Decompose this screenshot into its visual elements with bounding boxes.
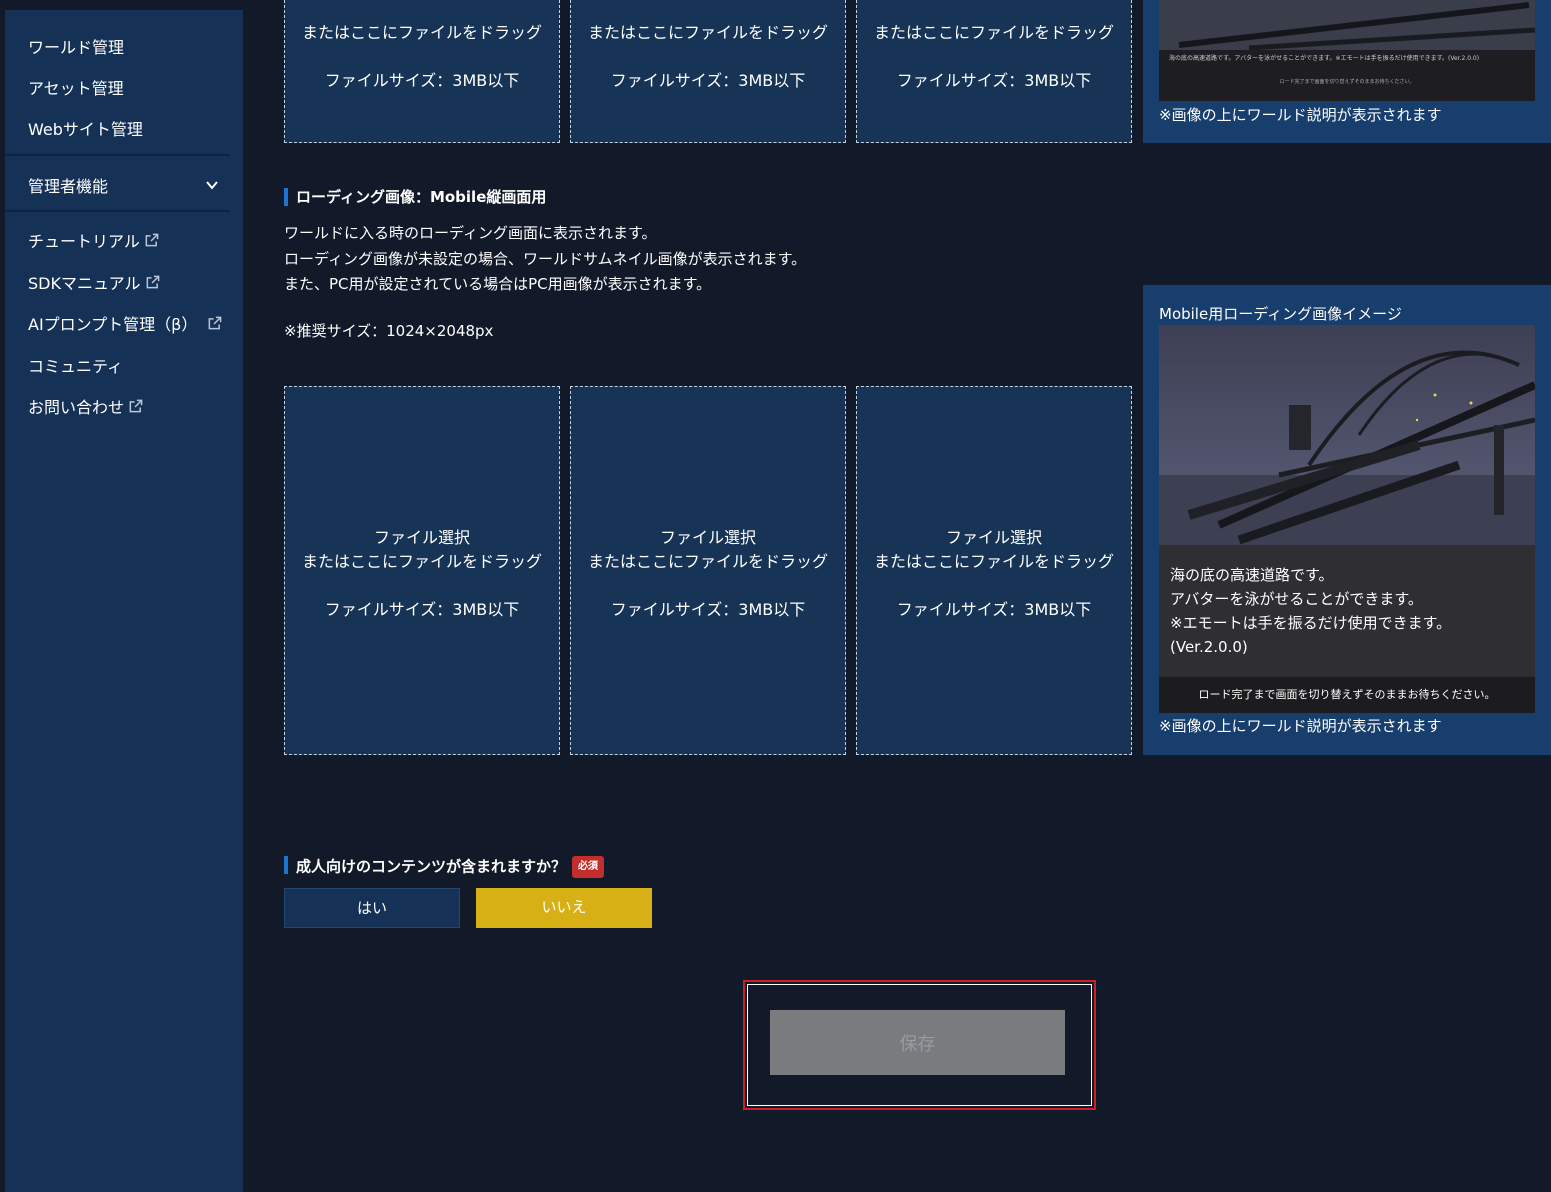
mobile-preview-title: Mobile用ローディング画像イメージ (1159, 305, 1402, 323)
sidebar-item-community[interactable]: コミュニティ (28, 353, 123, 377)
sidebar-item-label: SDKマニュアル (28, 274, 141, 293)
upload-size-text: ファイルサイズ：3MB以下 (896, 600, 1092, 619)
upload-size-text: ファイルサイズ：3MB以下 (610, 71, 806, 90)
sidebar-item-website-management[interactable]: Webサイト管理 (28, 116, 143, 140)
sidebar-item-label: Webサイト管理 (28, 120, 143, 139)
sidebar-item-ai-prompt[interactable]: AIプロンプト管理（β） (28, 311, 222, 335)
upload-drag-text: またはここにファイルをドラッグ (873, 23, 1114, 42)
upload-dropzone-mobile-3[interactable]: ファイル選択 またはここにファイルをドラッグ ファイルサイズ：3MB以下 (856, 386, 1132, 755)
preview-description-line: ※エモートは手を振るだけ使用できます。 (1170, 614, 1452, 632)
sidebar-item-label: コミュニティ (28, 357, 124, 376)
sidebar-item-asset-management[interactable]: アセット管理 (28, 75, 124, 99)
upload-size-text: ファイルサイズ：3MB以下 (324, 600, 520, 619)
upload-dropzone[interactable]: またはここにファイルをドラッグ ファイルサイズ：3MB以下 (856, 0, 1132, 143)
preview-tiny-footer: ロード完了まで画面を切り替えずそのままお待ちください。 (1279, 79, 1415, 85)
section-description: また、PC用が設定されている場合はPC用画像が表示されます。 (284, 275, 712, 293)
upload-drag-text: またはここにファイルをドラッグ (301, 23, 542, 42)
upload-select-text: ファイル選択 (659, 528, 756, 547)
upload-dropzone[interactable]: またはここにファイルをドラッグ ファイルサイズ：3MB以下 (284, 0, 560, 143)
pc-preview-panel: 海の底の高速道路です。アバターを泳がせることができます。※エモートは手を振るだけ… (1143, 0, 1551, 143)
sidebar-item-label: ワールド管理 (28, 38, 125, 57)
sidebar-item-sdk-manual[interactable]: SDKマニュアル (28, 270, 160, 294)
preview-description-line: (Ver.2.0.0) (1170, 638, 1248, 656)
adult-no-button[interactable]: いいえ (476, 888, 652, 928)
preview-description-line: アバターを泳がせることができます。 (1170, 590, 1423, 608)
external-link-icon (209, 316, 222, 329)
adult-yes-button[interactable]: はい (284, 888, 460, 928)
preview-note: ※画像の上にワールド説明が表示されます (1159, 106, 1442, 124)
preview-footer: ロード完了まで画面を切り替えずそのままお待ちください。 (1159, 677, 1535, 713)
upload-dropzone-mobile-2[interactable]: ファイル選択 またはここにファイルをドラッグ ファイルサイズ：3MB以下 (570, 386, 846, 755)
sidebar-item-label: チュートリアル (28, 232, 140, 251)
chevron-down-icon[interactable] (205, 178, 219, 192)
section-description: ローディング画像が未設定の場合、ワールドサムネイル画像が表示されます。 (284, 250, 807, 268)
upload-dropzone[interactable]: またはここにファイルをドラッグ ファイルサイズ：3MB以下 (570, 0, 846, 143)
section-description: ワールドに入る時のローディング画面に表示されます。 (284, 224, 657, 242)
upload-select-text: ファイル選択 (373, 528, 470, 547)
upload-drag-text: またはここにファイルをドラッグ (873, 552, 1114, 571)
sidebar-item-tutorial[interactable]: チュートリアル (28, 228, 159, 252)
adult-content-question: 成人向けのコンテンツが含まれますか？ 必須 (284, 856, 656, 878)
sidebar-divider (5, 154, 230, 156)
sidebar: ワールド管理 アセット管理 Webサイト管理 管理者機能 チュートリアル SDK… (5, 10, 243, 1192)
preview-scene-graphic (1159, 325, 1535, 545)
sidebar-item-label: お問い合わせ (28, 398, 125, 417)
upload-drag-text: またはここにファイルをドラッグ (587, 552, 828, 571)
sidebar-divider (5, 210, 230, 212)
recommended-size: ※推奨サイズ：1024×2048px (284, 322, 494, 340)
question-label: 成人向けのコンテンツが含まれますか？ (296, 857, 567, 876)
sidebar-item-label: 管理者機能 (28, 177, 109, 196)
upload-drag-text: またはここにファイルをドラッグ (587, 23, 828, 42)
preview-note: ※画像の上にワールド説明が表示されます (1159, 717, 1442, 735)
preview-tiny-description: 海の底の高速道路です。アバターを泳がせることができます。※エモートは手を振るだけ… (1169, 55, 1480, 62)
sidebar-item-contact[interactable]: お問い合わせ (28, 394, 143, 418)
external-link-icon (146, 275, 159, 288)
preview-description-line: 海の底の高速道路です。 (1170, 566, 1334, 584)
section-title-mobile-loading: ローディング画像：Mobile縦画面用 (284, 188, 546, 206)
external-link-icon (129, 399, 143, 412)
preview-scene-graphic (1159, 0, 1535, 50)
external-link-icon (145, 233, 159, 246)
mobile-preview-panel: Mobile用ローディング画像イメージ 海の底の高速道路です。 アバターを泳がせ… (1143, 285, 1551, 755)
upload-select-text: ファイル選択 (945, 528, 1042, 547)
upload-size-text: ファイルサイズ：3MB以下 (324, 71, 520, 90)
upload-size-text: ファイルサイズ：3MB以下 (610, 600, 806, 619)
upload-dropzone-mobile-1[interactable]: ファイル選択 またはここにファイルをドラッグ ファイルサイズ：3MB以下 (284, 386, 560, 755)
sidebar-item-world-management[interactable]: ワールド管理 (28, 34, 124, 58)
sidebar-item-admin-functions[interactable]: 管理者機能 (28, 173, 108, 197)
required-badge: 必須 (572, 856, 605, 878)
mobile-preview-image: 海の底の高速道路です。 アバターを泳がせることができます。 ※エモートは手を振る… (1159, 325, 1535, 713)
save-button[interactable]: 保存 (770, 1010, 1065, 1075)
upload-size-text: ファイルサイズ：3MB以下 (896, 71, 1092, 90)
preview-description-box: 海の底の高速道路です。 アバターを泳がせることができます。 ※エモートは手を振る… (1159, 545, 1535, 677)
sidebar-item-label: アセット管理 (28, 79, 124, 98)
upload-drag-text: またはここにファイルをドラッグ (301, 552, 542, 571)
sidebar-item-label: AIプロンプト管理（β） (28, 315, 198, 334)
pc-preview-image: 海の底の高速道路です。アバターを泳がせることができます。※エモートは手を振るだけ… (1159, 0, 1535, 101)
